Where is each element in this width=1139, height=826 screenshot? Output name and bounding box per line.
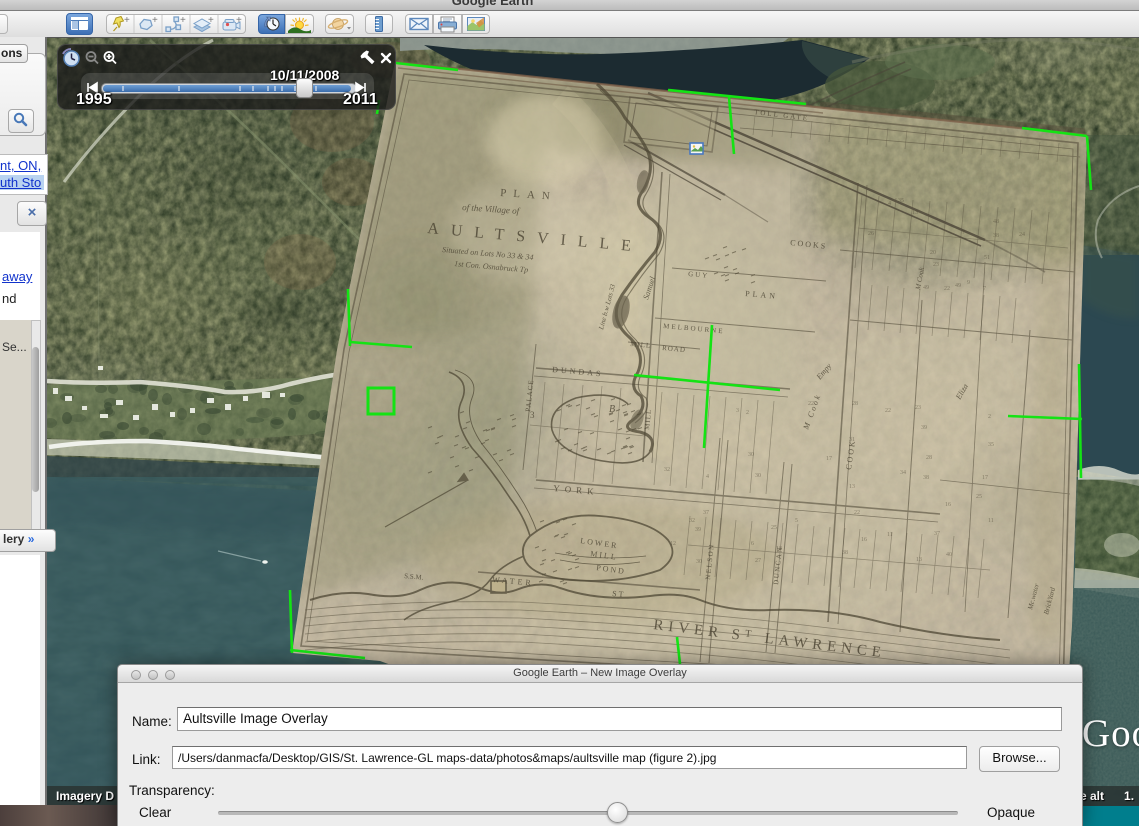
svg-text:11: 11 — [988, 518, 994, 524]
svg-text:37: 37 — [934, 531, 940, 537]
svg-text:ST: ST — [612, 589, 626, 599]
svg-text:22: 22 — [854, 510, 860, 516]
svg-text:9: 9 — [967, 280, 970, 286]
svg-text:25: 25 — [771, 525, 777, 531]
svg-text:38: 38 — [923, 475, 929, 481]
svg-text:S.S.M.: S.S.M. — [404, 572, 424, 582]
svg-text:+: + — [152, 15, 158, 26]
svg-text:3: 3 — [736, 408, 739, 414]
svg-text:17: 17 — [982, 475, 988, 481]
svg-text:16: 16 — [945, 502, 951, 508]
svg-text:18: 18 — [776, 546, 782, 552]
svg-text:34: 34 — [900, 470, 906, 476]
svg-text:4: 4 — [888, 201, 891, 207]
svg-text:28: 28 — [926, 455, 932, 461]
svg-text:38: 38 — [842, 550, 848, 556]
svg-text:+: + — [208, 15, 214, 26]
svg-text:22: 22 — [944, 286, 950, 292]
svg-text:+: + — [180, 15, 186, 26]
svg-text:23: 23 — [933, 262, 939, 268]
svg-text:+: + — [124, 15, 130, 26]
svg-text:24: 24 — [1019, 232, 1025, 238]
svg-text:7: 7 — [983, 286, 986, 292]
svg-text:5: 5 — [795, 518, 798, 524]
svg-text:16: 16 — [861, 537, 867, 543]
svg-text:25: 25 — [976, 494, 982, 500]
svg-text:48: 48 — [993, 219, 999, 225]
svg-text:51: 51 — [984, 255, 990, 261]
svg-text:40: 40 — [946, 552, 952, 558]
svg-text:11: 11 — [887, 532, 893, 538]
svg-text:13: 13 — [916, 557, 922, 563]
svg-text:38: 38 — [993, 233, 999, 239]
svg-text:30: 30 — [696, 559, 702, 565]
svg-text:35: 35 — [898, 198, 904, 204]
svg-text:7: 7 — [962, 230, 965, 236]
svg-text:49: 49 — [923, 285, 929, 291]
svg-text:27: 27 — [755, 558, 761, 564]
svg-text:17: 17 — [826, 456, 832, 462]
svg-text:26: 26 — [868, 231, 874, 237]
svg-text:22: 22 — [808, 401, 814, 407]
svg-text:12: 12 — [670, 541, 676, 547]
svg-text:13: 13 — [849, 484, 855, 490]
svg-text:32: 32 — [664, 467, 670, 473]
svg-text:30: 30 — [755, 473, 761, 479]
svg-text:+: + — [236, 15, 242, 26]
svg-text:6: 6 — [751, 541, 754, 547]
svg-text:39: 39 — [695, 527, 701, 533]
svg-text:23: 23 — [915, 405, 921, 411]
svg-text:B: B — [609, 404, 615, 415]
svg-text:31: 31 — [849, 437, 855, 443]
svg-text:2: 2 — [746, 410, 749, 416]
svg-text:39: 39 — [921, 425, 927, 431]
svg-text:4: 4 — [706, 474, 709, 480]
svg-text:35: 35 — [988, 442, 994, 448]
svg-text:13: 13 — [912, 210, 918, 216]
svg-text:22: 22 — [885, 408, 891, 414]
svg-text:20: 20 — [930, 250, 936, 256]
svg-text:28: 28 — [852, 401, 858, 407]
svg-text:30: 30 — [748, 452, 754, 458]
svg-text:32: 32 — [689, 518, 695, 524]
svg-text:49: 49 — [955, 283, 961, 289]
svg-text:2: 2 — [988, 414, 991, 420]
svg-text:37: 37 — [703, 510, 709, 516]
